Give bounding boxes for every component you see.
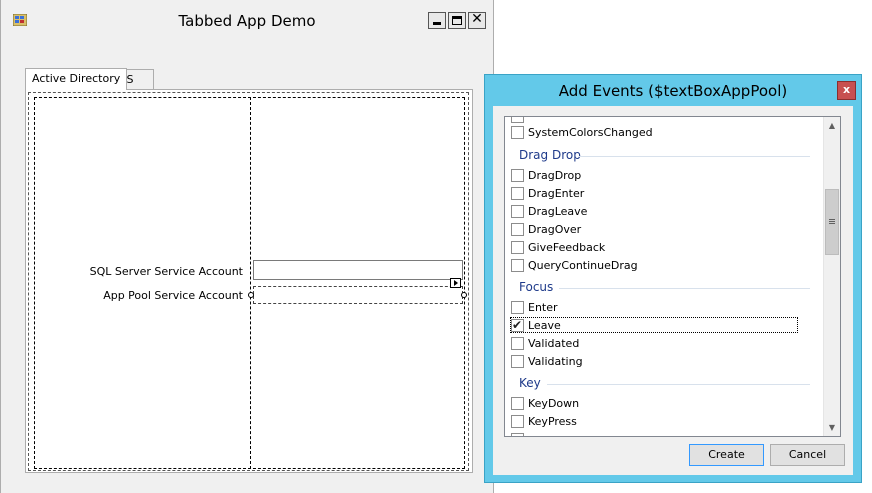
group-divider [547, 384, 810, 385]
item-label: Validating [528, 355, 583, 368]
checkbox[interactable] [511, 433, 524, 436]
scrollbar-thumb[interactable] [825, 189, 839, 255]
item-label: SystemColorsChanged [528, 126, 653, 139]
checkbox[interactable] [511, 117, 524, 123]
item-label: QueryContinueDrag [528, 259, 638, 272]
dialog-title: Add Events ($textBoxAppPool) [558, 82, 788, 100]
maximize-icon [452, 16, 462, 25]
main-window: Tabbed App Demo ✕ Active Directory IIS S… [0, 0, 494, 493]
checkmark-icon[interactable] [511, 317, 524, 334]
item-label: DragLeave [528, 205, 588, 218]
checkbox[interactable] [511, 205, 524, 218]
smart-tag-arrow-icon[interactable] [450, 278, 461, 288]
item-label: GiveFeedback [528, 241, 606, 254]
checkbox[interactable] [511, 187, 524, 200]
sql-account-input[interactable] [253, 260, 463, 280]
item-label: Enter [528, 301, 558, 314]
sql-account-label: SQL Server Service Account [89, 265, 243, 278]
dialog-body: SystemColorsChanged Drag Drop DragDrop D… [493, 106, 853, 475]
checkbox[interactable] [511, 337, 524, 350]
resize-handle-right[interactable] [461, 292, 467, 298]
checkbox[interactable] [511, 241, 524, 254]
events-checklist[interactable]: SystemColorsChanged Drag Drop DragDrop D… [504, 116, 841, 437]
title-bar: Tabbed App Demo ✕ [1, 0, 493, 38]
dialog-close-button[interactable]: x [837, 81, 856, 100]
checkbox[interactable] [511, 301, 524, 314]
item-label: Leave [528, 319, 561, 332]
checkbox[interactable] [511, 223, 524, 236]
checkbox[interactable] [511, 169, 524, 182]
group-header-drag-drop: Drag Drop [519, 148, 581, 162]
group-header-focus: Focus [519, 280, 554, 294]
window-title: Tabbed App Demo [178, 12, 316, 30]
checkbox[interactable] [511, 355, 524, 368]
close-button[interactable]: ✕ [468, 11, 486, 29]
add-events-dialog: Add Events ($textBoxAppPool) x SystemCol… [484, 74, 862, 483]
cancel-button[interactable]: Cancel [770, 444, 845, 466]
item-label: KeyPress [528, 415, 577, 428]
close-icon: ✕ [471, 11, 483, 27]
maximize-button[interactable] [448, 12, 466, 29]
item-label: Validated [528, 337, 580, 350]
item-label: DragOver [528, 223, 582, 236]
item-label: KeyDown [528, 397, 580, 410]
minimize-button[interactable] [428, 12, 446, 29]
scroll-down-icon[interactable]: ▼ [824, 419, 840, 436]
group-divider [579, 156, 810, 157]
tab-active-directory[interactable]: Active Directory [25, 68, 128, 90]
create-button[interactable]: Create [689, 444, 764, 466]
group-divider [559, 288, 810, 289]
checkbox[interactable] [511, 415, 524, 428]
checkbox[interactable] [511, 397, 524, 410]
app-pool-account-label: App Pool Service Account [103, 289, 243, 302]
resize-handle-left[interactable] [248, 292, 254, 298]
vertical-scrollbar[interactable]: ▲ ▼ [823, 117, 840, 436]
checkbox[interactable] [511, 259, 524, 272]
app-pool-account-input[interactable] [253, 286, 463, 304]
minimize-icon [433, 22, 441, 25]
item-label: DragEnter [528, 187, 585, 200]
checkbox[interactable] [511, 126, 524, 139]
column-divider [250, 97, 251, 469]
item-label: DragDrop [528, 169, 582, 182]
grip-icon [829, 219, 835, 220]
scroll-up-icon[interactable]: ▲ [824, 117, 840, 134]
group-header-key: Key [519, 376, 541, 390]
